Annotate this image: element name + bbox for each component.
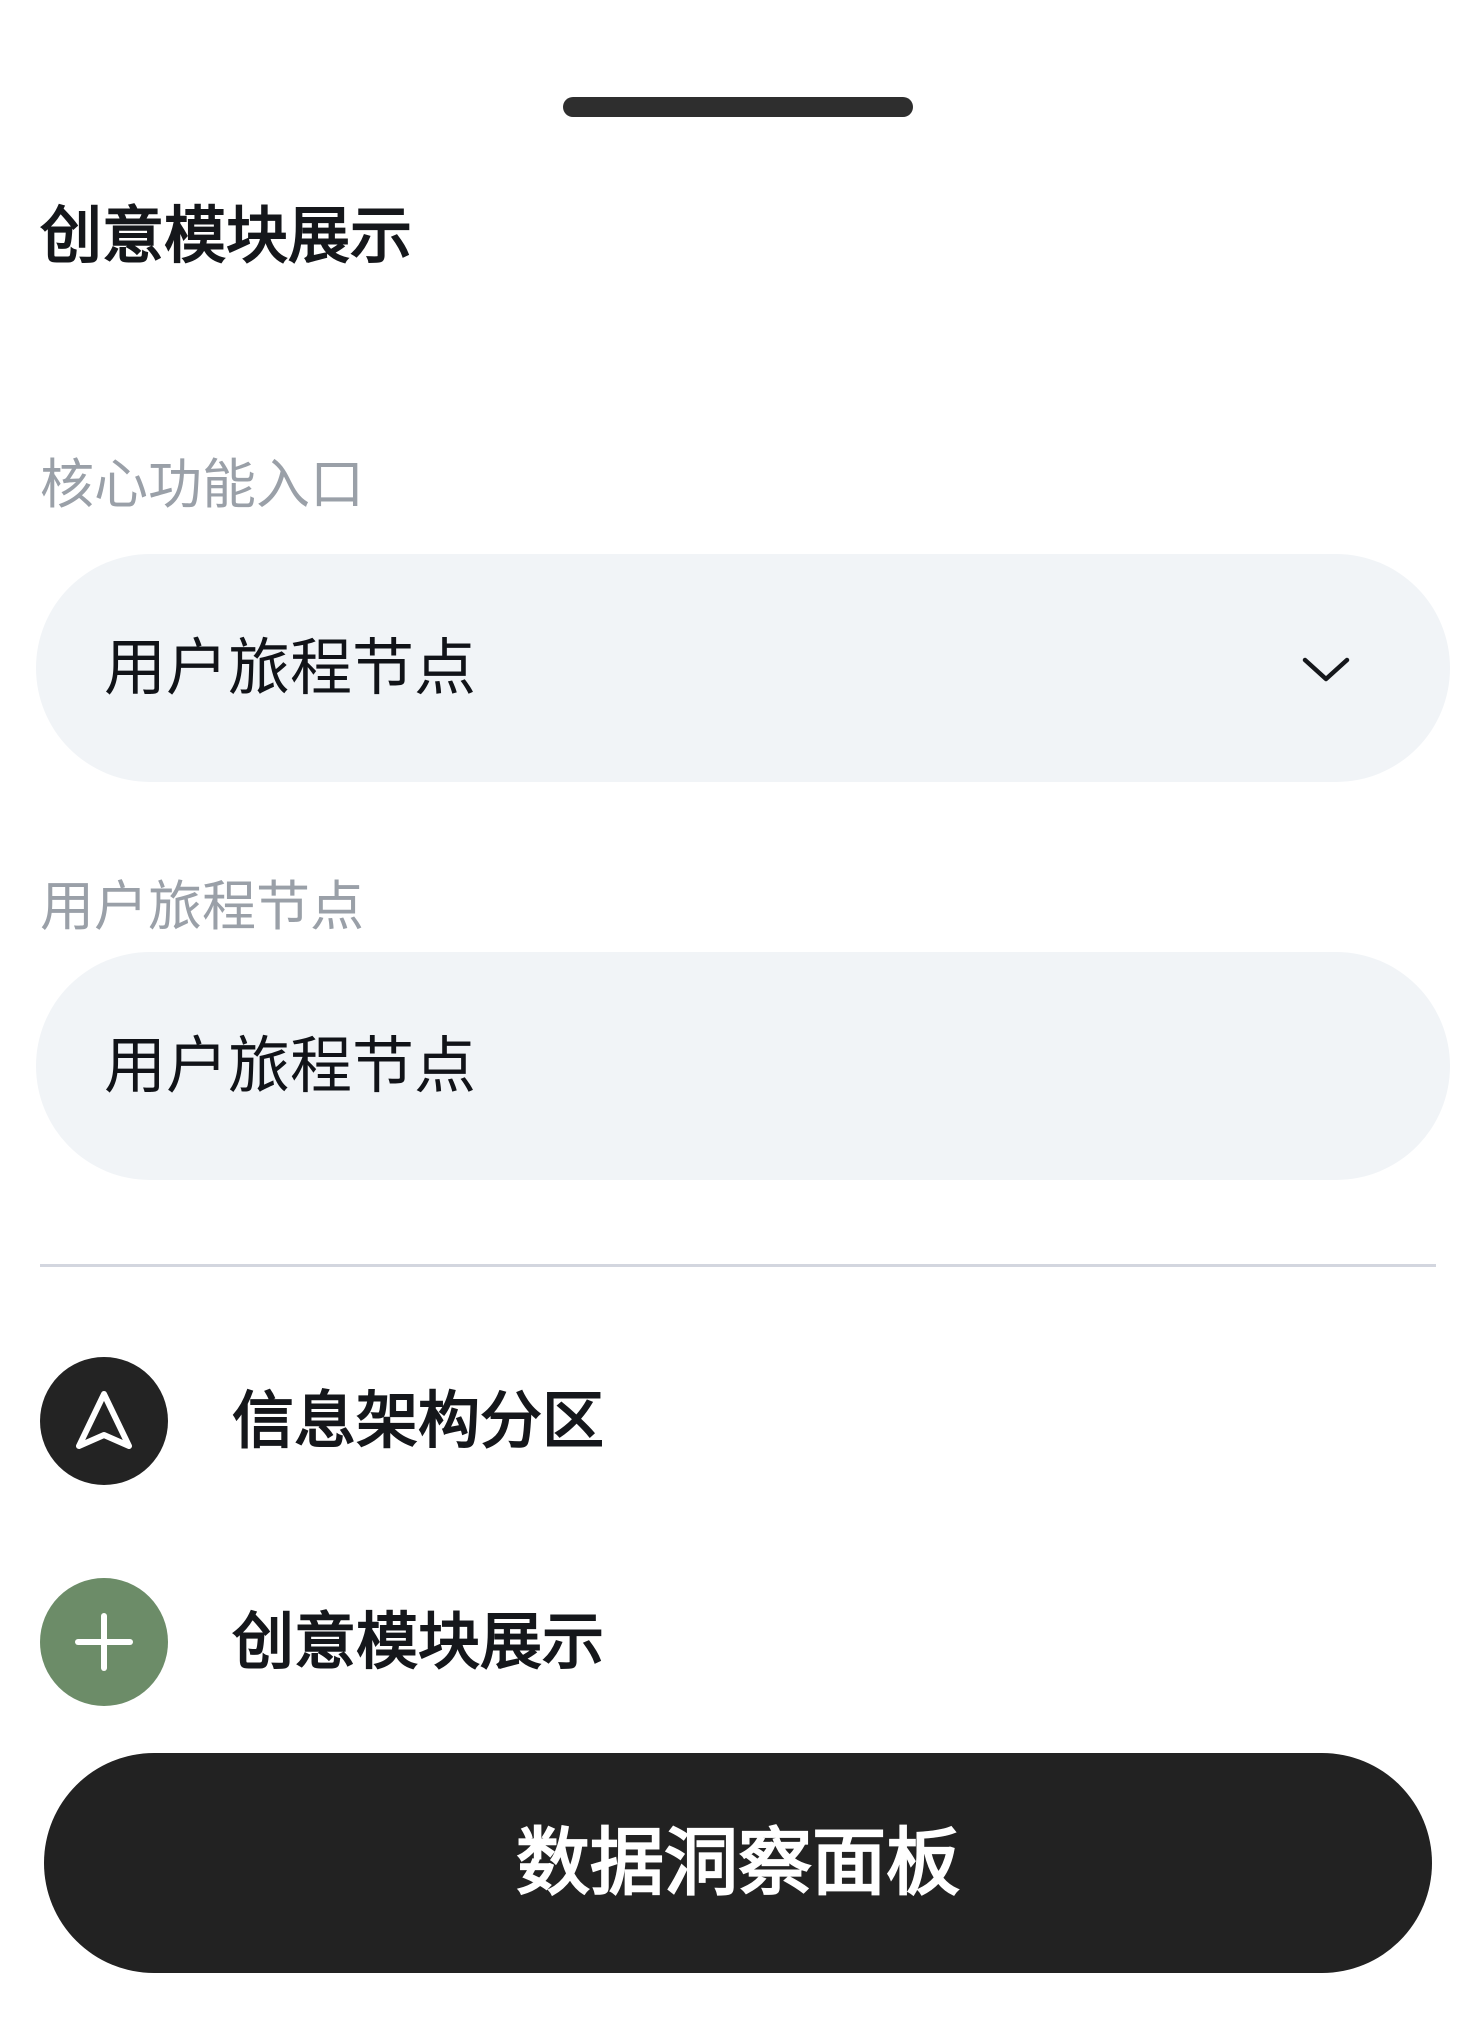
sheet-grabber-handle[interactable] xyxy=(563,97,913,117)
action-creative-module[interactable]: 创意模块展示 xyxy=(40,1578,1140,1706)
data-insight-panel-button[interactable]: 数据洞察面板 xyxy=(44,1753,1432,1973)
divider xyxy=(40,1264,1436,1267)
input-value: 用户旅程节点 xyxy=(104,1029,477,1102)
core-entry-select[interactable]: 用户旅程节点 xyxy=(36,554,1450,782)
action-info-architecture[interactable]: 信息架构分区 xyxy=(40,1357,1140,1485)
sheet-title: 创意模块展示 xyxy=(40,199,413,272)
select-value: 用户旅程节点 xyxy=(104,631,477,704)
navigation-arrow-icon xyxy=(40,1357,168,1485)
input-field-label: 用户旅程节点 xyxy=(40,875,364,938)
plus-icon xyxy=(40,1578,168,1706)
chevron-down-icon xyxy=(1300,646,1352,690)
action-label: 创意模块展示 xyxy=(232,1605,605,1678)
select-field-label: 核心功能入口 xyxy=(40,453,364,516)
action-label: 信息架构分区 xyxy=(232,1384,605,1457)
journey-node-input[interactable]: 用户旅程节点 xyxy=(36,952,1450,1180)
primary-button-label: 数据洞察面板 xyxy=(516,1820,960,1906)
